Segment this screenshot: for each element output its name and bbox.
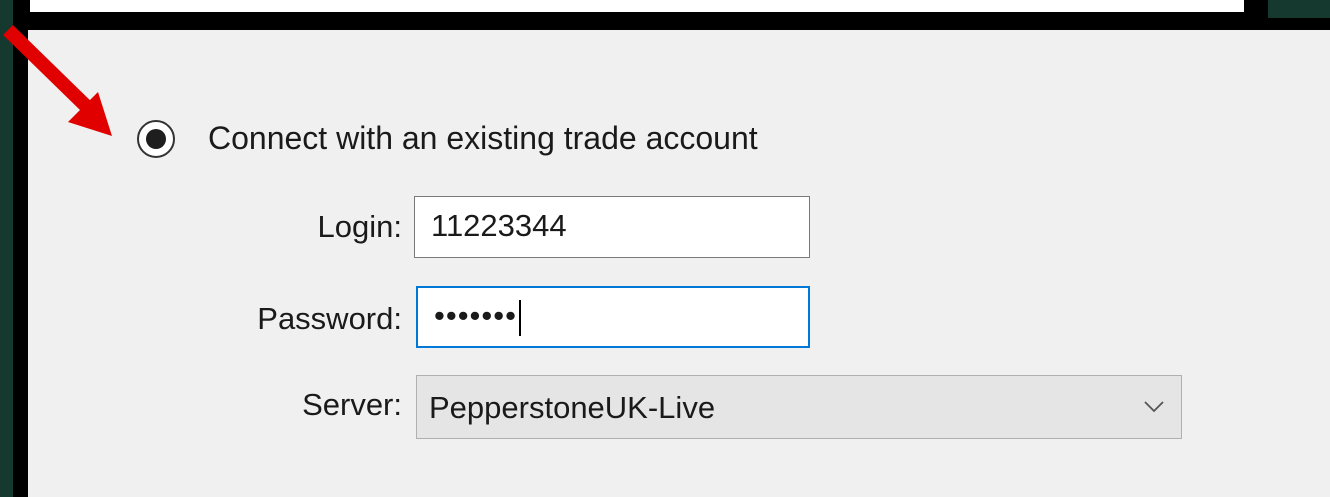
server-label: Server: (302, 387, 402, 422)
password-input[interactable]: ••••••• (416, 286, 810, 348)
dialog-top-strip (30, 0, 1244, 12)
radio-selected-dot (146, 129, 166, 149)
connect-existing-account-label[interactable]: Connect with an existing trade account (208, 115, 758, 161)
login-value: 11223344 (431, 208, 567, 243)
login-label: Login: (317, 209, 402, 244)
background-window-edge-right (1268, 0, 1330, 18)
screenshot-stage: Connect with an existing trade account L… (0, 0, 1330, 497)
password-label: Password: (257, 301, 402, 336)
red-arrow-icon (3, 24, 112, 136)
server-selected-value: PepperstoneUK-Live (429, 390, 716, 425)
server-dropdown[interactable]: PepperstoneUK-Live (416, 375, 1182, 439)
chevron-down-icon[interactable] (1141, 394, 1167, 420)
connect-existing-account-radio[interactable] (137, 120, 175, 158)
text-caret (518, 299, 521, 336)
login-input[interactable]: 11223344 (414, 196, 810, 258)
password-value: ••••••• (434, 298, 517, 333)
